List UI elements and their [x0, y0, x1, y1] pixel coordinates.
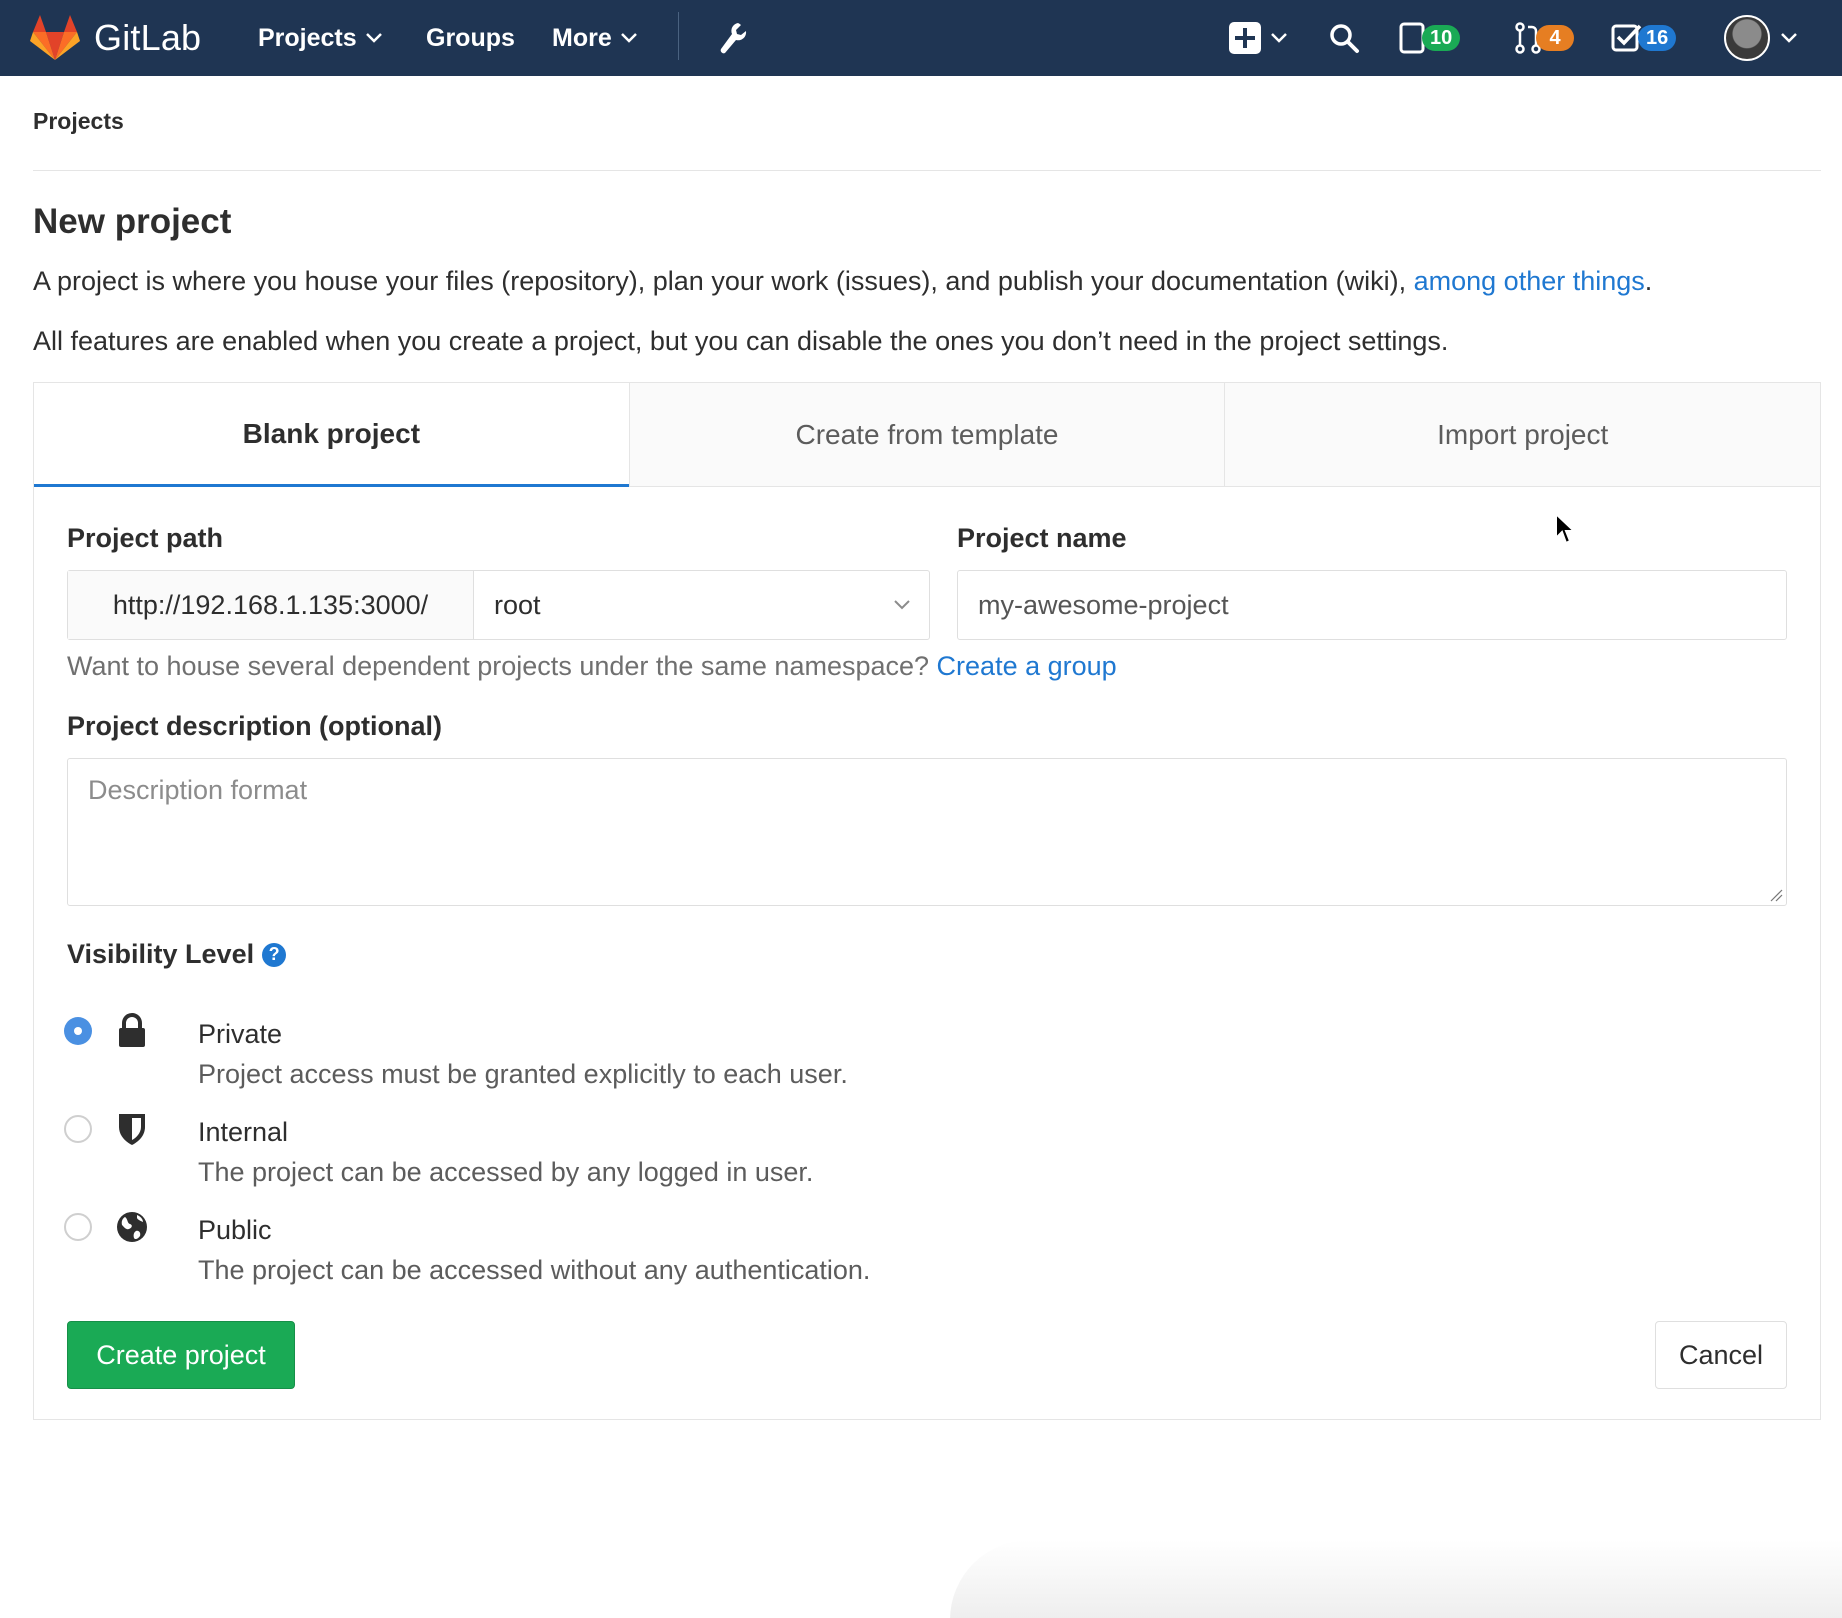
nav-more-dropdown[interactable]: More [552, 0, 638, 76]
project-path-prefix: http://192.168.1.135:3000/ [68, 571, 474, 639]
breadcrumb-projects[interactable]: Projects [33, 108, 124, 135]
internal-title: Internal [198, 1117, 289, 1147]
namespace-select[interactable]: root [474, 571, 929, 639]
intro-text: A project is where you house your files … [33, 266, 1652, 297]
radio-internal[interactable] [64, 1115, 92, 1143]
nav-divider [678, 12, 679, 60]
private-title: Private [198, 1019, 283, 1049]
shield-icon [119, 1114, 145, 1145]
todos-count-badge: 16 [1638, 25, 1677, 51]
nav-groups-link[interactable]: Groups [426, 0, 515, 76]
visibility-option-private[interactable]: Private Project access must be granted e… [64, 1013, 964, 1105]
chevron-down-icon [620, 33, 637, 43]
project-description-label: Project description (optional) [67, 711, 443, 741]
chevron-down-icon [1271, 33, 1287, 43]
tab-import-project[interactable]: Import project [1224, 383, 1821, 487]
among-other-things-link[interactable]: among other things [1414, 266, 1645, 296]
nav-more-label: More [552, 23, 612, 52]
visibility-level-text: Visibility Level [67, 939, 255, 969]
project-name-label: Project name [957, 523, 1127, 553]
project-tabs: Blank project Create from template Impor… [34, 383, 1821, 487]
search-button[interactable] [1328, 0, 1360, 76]
nav-groups-label: Groups [426, 23, 515, 52]
radio-private[interactable] [64, 1017, 92, 1045]
project-description-textarea[interactable]: Description format [67, 758, 1787, 906]
public-desc: The project can be accessed without any … [198, 1255, 871, 1285]
admin-area-link[interactable] [718, 0, 748, 76]
breadcrumb-divider [33, 170, 1821, 171]
page-title: New project [33, 202, 232, 241]
create-project-button[interactable]: Create project [67, 1321, 295, 1389]
resize-handle-icon[interactable] [1769, 888, 1783, 902]
tab-create-from-template[interactable]: Create from template [628, 383, 1225, 487]
globe-icon [117, 1212, 147, 1242]
tab-blank-project[interactable]: Blank project [34, 383, 629, 487]
issues-link[interactable]: 10 [1398, 0, 1461, 76]
visibility-option-internal[interactable]: Internal The project can be accessed by … [64, 1113, 964, 1203]
intro-prefix: A project is where you house your files … [33, 266, 1414, 296]
namespace-help: Want to house several dependent projects… [67, 651, 937, 681]
project-name-input[interactable]: my-awesome-project [957, 570, 1787, 640]
intro-text-features: All features are enabled when you create… [33, 326, 1449, 356]
lock-icon [119, 1013, 145, 1047]
create-group-link[interactable]: Create a group [937, 651, 1117, 681]
namespace-value: root [494, 589, 541, 620]
todos-link[interactable]: 16 [1610, 0, 1677, 76]
visibility-level-label: Visibility Level ? [67, 939, 287, 970]
visibility-option-public[interactable]: Public The project can be accessed witho… [64, 1211, 964, 1301]
chevron-down-icon [1781, 33, 1797, 43]
search-icon [1330, 24, 1359, 53]
intro-suffix: . [1644, 266, 1653, 296]
internal-desc: The project can be accessed by any logge… [198, 1157, 814, 1187]
gitlab-home-link[interactable]: GitLab [30, 0, 201, 76]
user-menu-dropdown[interactable] [1724, 0, 1798, 76]
new-project-card: Blank project Create from template Impor… [33, 382, 1821, 1420]
description-placeholder: Description format [88, 775, 308, 805]
radio-public[interactable] [64, 1213, 92, 1241]
top-navbar: GitLab Projects Groups More 10 4 16 [0, 0, 1842, 76]
merge-requests-count-badge: 4 [1536, 25, 1574, 51]
wrench-icon [720, 23, 747, 54]
chevron-down-icon [365, 33, 382, 43]
app-name: GitLab [94, 17, 202, 58]
merge-requests-link[interactable]: 4 [1514, 0, 1574, 76]
public-title: Public [198, 1215, 272, 1245]
namespace-help-text: Want to house several dependent projects… [67, 651, 1117, 682]
private-desc: Project access must be granted explicitl… [198, 1059, 848, 1089]
plus-square-icon [1229, 22, 1261, 54]
cancel-button[interactable]: Cancel [1655, 1321, 1787, 1389]
question-circle-icon[interactable]: ? [262, 942, 287, 967]
mouse-cursor-icon [1555, 512, 1576, 545]
nav-projects-dropdown[interactable]: Projects [258, 0, 383, 76]
project-path-label: Project path [67, 523, 224, 553]
issues-count-badge: 10 [1422, 25, 1461, 51]
nav-projects-label: Projects [258, 23, 357, 52]
window-shadow [950, 1540, 1842, 1618]
chevron-down-icon [894, 600, 910, 610]
avatar [1724, 15, 1770, 61]
new-dropdown[interactable] [1228, 0, 1288, 76]
gitlab-logo-icon [30, 15, 80, 60]
project-path-group: http://192.168.1.135:3000/ root [67, 570, 930, 640]
